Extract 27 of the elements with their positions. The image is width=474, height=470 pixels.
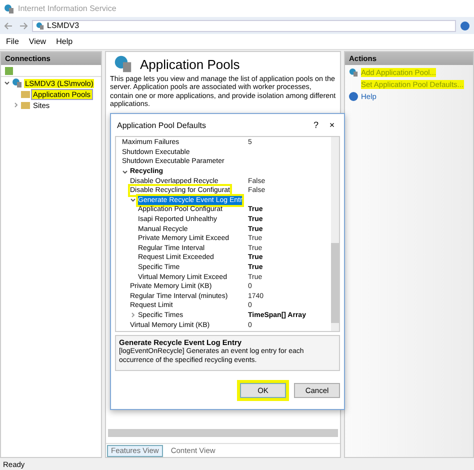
help-icon [349,92,358,100]
close-button[interactable]: × [324,120,340,130]
address-crumb[interactable]: LSMDV3 [47,21,80,30]
server-icon [36,22,44,30]
expanded-caret-icon[interactable] [122,168,128,175]
server-icon [12,78,22,88]
help-button[interactable]: ? [308,120,324,130]
window-title: Internet Information Service [18,4,116,13]
expanded-caret-icon[interactable] [4,80,10,86]
app-icon [4,4,14,14]
dialog-title: Application Pool Defaults [117,120,207,130]
page-title: Application Pools [140,56,240,72]
connect-icon[interactable] [5,66,13,74]
forward-icon[interactable] [18,20,28,30]
back-icon[interactable] [4,20,14,30]
pool-icon [349,68,358,76]
menu-item[interactable]: View [28,37,46,46]
address-bar[interactable]: LSMDV3 [32,20,456,32]
pools-icon [114,55,132,73]
menu-item[interactable]: File [6,37,19,46]
expanded-caret-icon[interactable] [130,197,136,204]
help-icon[interactable] [460,20,470,30]
horizontal-scrollbar[interactable] [108,429,338,437]
menu-item[interactable]: Help [56,37,73,46]
collapsed-caret-icon[interactable] [130,312,136,318]
vertical-scrollbar[interactable] [331,137,339,331]
collapsed-caret-icon[interactable] [13,102,19,108]
